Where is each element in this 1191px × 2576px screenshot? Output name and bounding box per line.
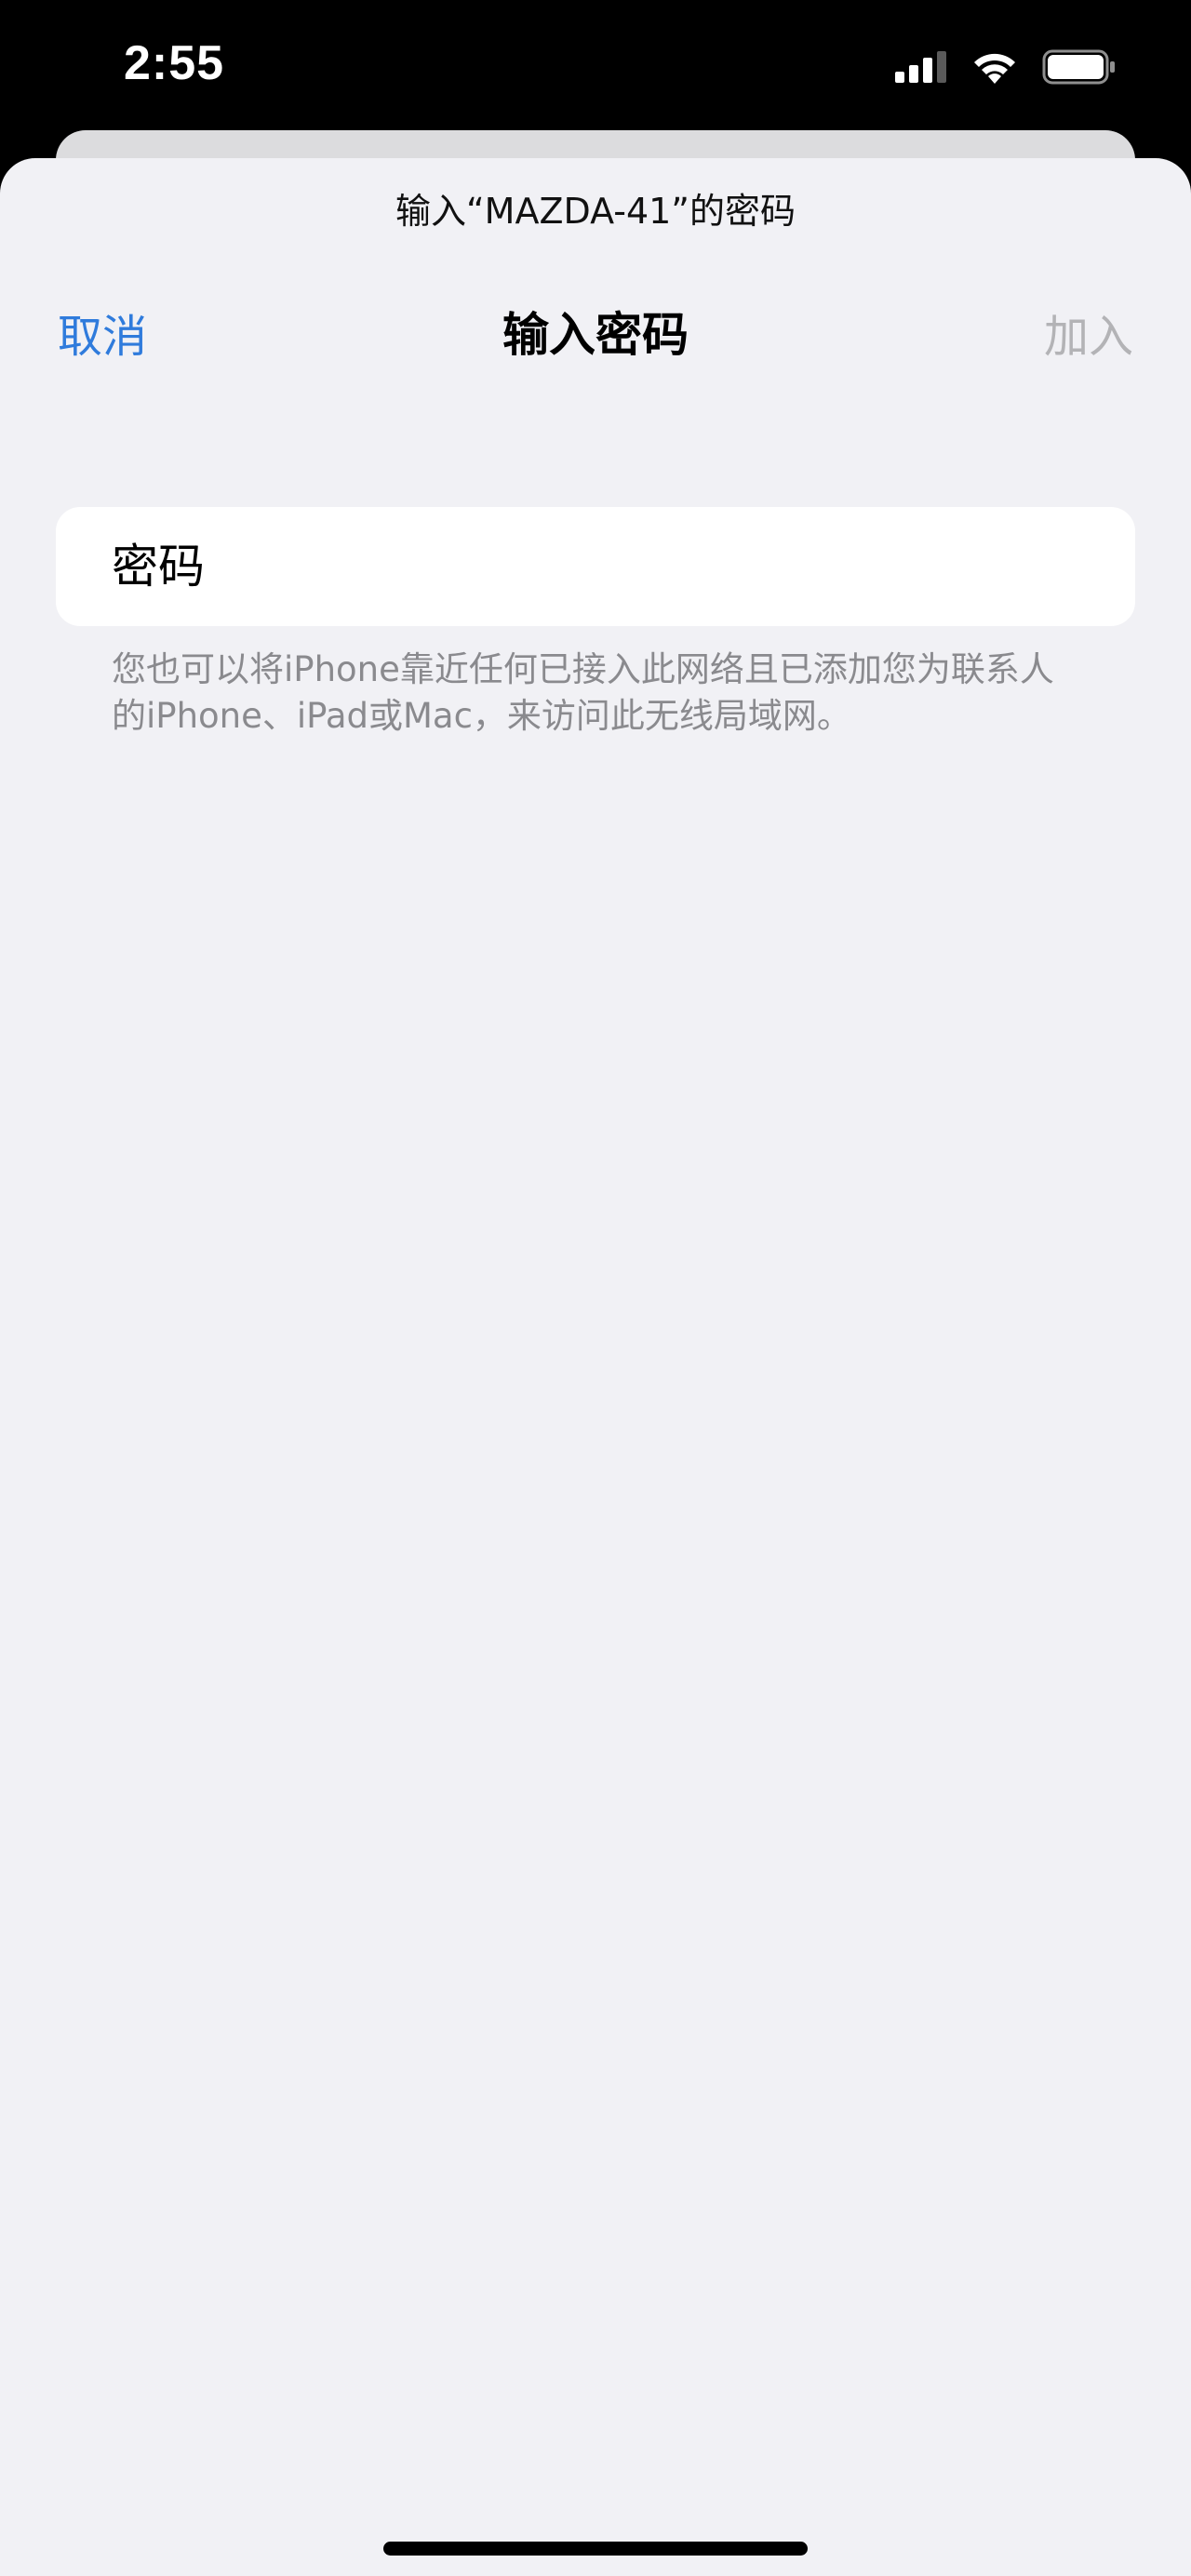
wifi-icon [974,53,1015,84]
network-prompt: 输入“MAZDA-41”的密码 [395,191,796,232]
cancel-button[interactable]: 取消 [58,300,147,365]
status-bar: 2:55 [0,0,1191,130]
home-indicator[interactable] [383,2542,808,2556]
password-sheet: 输入“MAZDA-41”的密码 取消 输入密码 加入 您也可以将iPhone靠近… [0,158,1191,2576]
join-button[interactable]: 加入 [1044,300,1133,365]
page-title: 输入密码 [502,308,689,362]
status-icons [895,48,1117,86]
password-field[interactable] [112,507,1098,626]
nav-bar: 取消 输入密码 加入 [0,288,1191,367]
password-field-container [56,507,1135,626]
footer-note: 您也可以将iPhone靠近任何已接入此网络且已添加您为联系人的iPhone、iP… [112,649,1054,736]
cellular-signal-icon [895,51,946,83]
screen: 2:55 输入“MAZDA-41”的密码 取消 输入密码 加入 您也可以将iPh… [0,0,1191,2576]
status-time: 2:55 [124,36,225,90]
battery-icon [1042,49,1115,85]
